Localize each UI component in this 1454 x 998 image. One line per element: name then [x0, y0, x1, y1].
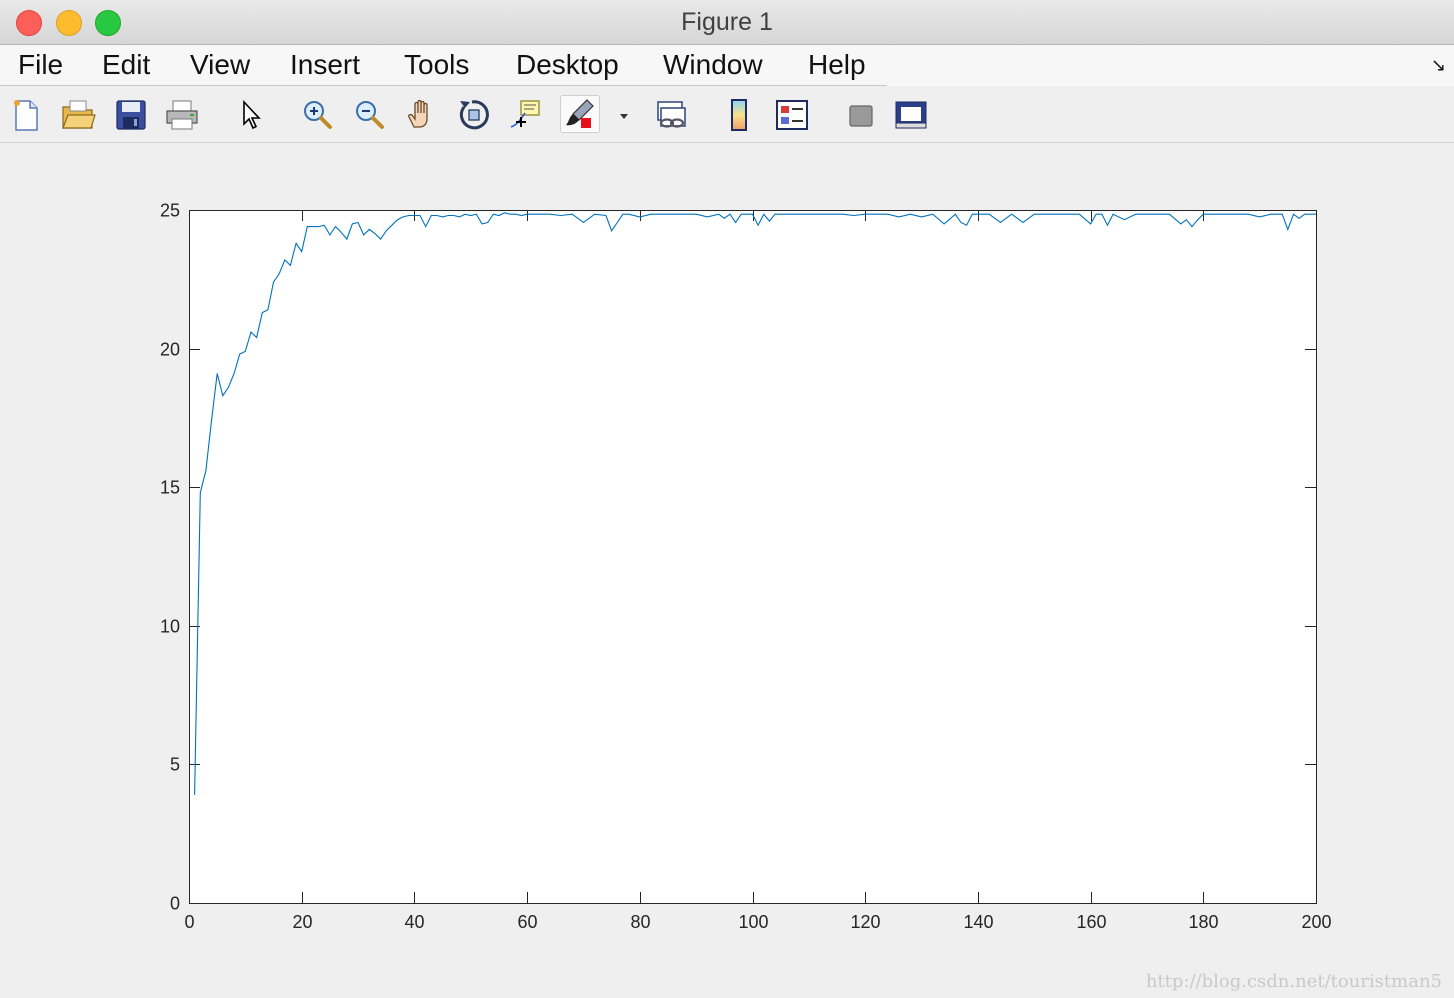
x-tick-label: 60: [517, 912, 537, 932]
y-tick-label: 20: [160, 340, 180, 360]
y-tick-label: 15: [160, 478, 180, 498]
x-tick-label: 100: [738, 912, 768, 932]
x-tick-label: 20: [292, 912, 312, 932]
x-tick-label: 40: [404, 912, 424, 932]
axes-background: [189, 210, 1316, 903]
x-tick-label: 0: [184, 912, 194, 932]
y-tick-label: 5: [170, 755, 180, 775]
x-tick-label: 180: [1188, 912, 1218, 932]
x-tick-label: 140: [963, 912, 993, 932]
x-tick-label: 160: [1076, 912, 1106, 932]
watermark: http://blog.csdn.net/touristman5: [1145, 971, 1442, 992]
y-tick-label: 10: [160, 617, 180, 637]
line-plot[interactable]: 0 20 40 60 80 100 120 140 160 180 200 0 5 10 15 20 25: [0, 0, 1454, 998]
y-tick-label: 0: [170, 894, 180, 914]
x-tick-label: 120: [850, 912, 880, 932]
x-tick-label: 200: [1301, 912, 1331, 932]
x-tick-label: 80: [630, 912, 650, 932]
y-tick-label: 25: [160, 201, 180, 221]
